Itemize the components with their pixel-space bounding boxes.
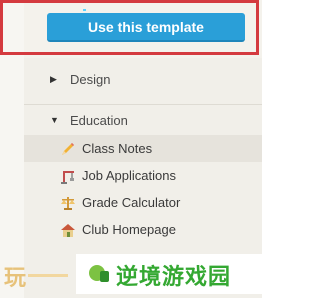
crane-icon: [60, 168, 76, 184]
pencil-icon: [60, 141, 76, 157]
template-item-job-applications[interactable]: Job Applications: [24, 162, 262, 189]
brand-logo-icon: [89, 265, 109, 282]
category-label: Design: [70, 71, 111, 87]
template-item-label: Class Notes: [82, 141, 153, 156]
scale-icon: [60, 195, 76, 211]
caret-right-icon: ▶: [50, 73, 57, 84]
category-education[interactable]: ▼ Education: [24, 104, 262, 135]
house-icon: [60, 222, 76, 238]
template-item-label: Job Applications: [82, 168, 176, 183]
highlight-frame: [0, 0, 259, 55]
category-design[interactable]: ▶ Design: [24, 64, 262, 94]
template-item-class-notes[interactable]: Class Notes: [24, 135, 262, 162]
caret-down-icon: ▼: [50, 115, 59, 125]
category-label: Education: [70, 112, 128, 128]
watermark-line: [28, 274, 68, 277]
template-category-list: ▶ Design ▼ Education Class Notes Job App: [24, 64, 262, 243]
watermark: 玩 逆境游戏园: [0, 252, 262, 298]
watermark-brand-text: 逆境游戏园: [116, 264, 232, 289]
template-item-label: Club Homepage: [82, 222, 176, 237]
template-item-grade-calculator[interactable]: Grade Calculator: [24, 189, 262, 216]
template-item-label: Grade Calculator: [82, 195, 181, 210]
template-item-club-homepage[interactable]: Club Homepage: [24, 216, 262, 243]
watermark-left-text: 玩: [4, 265, 27, 290]
